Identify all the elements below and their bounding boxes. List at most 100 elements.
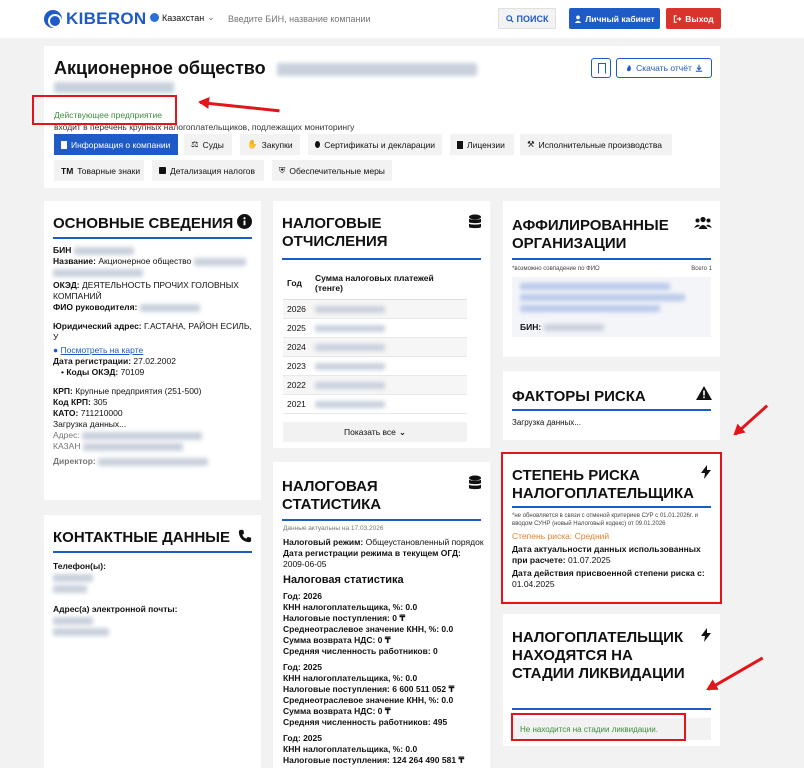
- risk-factors-loading: Загрузка данных...: [512, 418, 581, 427]
- affiliates-title: АФФИЛИРОВАННЫЕ ОРГАНИЗАЦИИ: [512, 217, 669, 252]
- company-title: Акционерное общество: [54, 58, 477, 79]
- sum-redacted: [315, 325, 385, 333]
- logo[interactable]: KIBERON: [44, 9, 147, 29]
- basic-info-fields: БИН Название: Акционерное общество ОКЭД:…: [53, 245, 255, 467]
- tax-mode-value: Общеустановленный порядок: [365, 537, 484, 547]
- tab-label: Суды: [202, 139, 224, 150]
- tab-certificates[interactable]: Сертификаты и декларации: [308, 134, 442, 155]
- tab-purchases[interactable]: ✋ Закупки: [240, 134, 300, 155]
- chevron-down-icon: ⌄: [207, 12, 215, 22]
- krp-value: Крупные предприятия (251-500): [75, 386, 202, 396]
- document-icon: [457, 140, 463, 149]
- stats-block: Год: 2025 КНН налогоплательщика, %: 0.0 …: [283, 662, 487, 728]
- table-row: 2022: [283, 375, 467, 395]
- trademark-icon: ТМ: [61, 165, 74, 176]
- map-link-label: Посмотреть на карте: [60, 345, 144, 355]
- tab-tax-details[interactable]: Детализация налогов: [152, 160, 264, 181]
- stats-vat: Сумма возврата НДС: 0 ₸: [283, 706, 391, 716]
- cabinet-button-label: Личный кабинет: [585, 13, 655, 24]
- search-button-label: ПОИСК: [516, 13, 549, 24]
- tab-enforcement[interactable]: ⚒ Исполнительные производства: [520, 134, 672, 155]
- bin-label: БИН: [53, 245, 72, 255]
- stats-staff: Средняя численность работников: 0: [283, 646, 438, 656]
- shield-icon: ⛨: [279, 165, 286, 175]
- tab-label: Закупки: [261, 139, 293, 150]
- table-row: 2021: [283, 394, 467, 414]
- year-cell: 2021: [283, 394, 311, 414]
- sum-redacted: [315, 344, 385, 352]
- tax-stats-content: Данные актуальны на 17.03.2026 Налоговый…: [283, 525, 487, 766]
- director-redacted: [98, 457, 209, 466]
- email-redacted-2: [53, 627, 109, 636]
- show-all-label: Показать все: [343, 427, 396, 437]
- logout-icon: [674, 14, 682, 23]
- tab-label: Обеспечительные меры: [289, 165, 385, 176]
- tab-licenses[interactable]: Лицензии: [450, 134, 514, 155]
- affiliates-note: *возможно совпадение по ФИО: [512, 266, 600, 272]
- show-all-button[interactable]: Показать все ⌄: [283, 422, 467, 442]
- affiliates-divider: [512, 258, 711, 260]
- table-row: 2026: [283, 299, 467, 319]
- contacts-fields: Телефон(ы): Адрес(а) электронной почты:: [53, 561, 253, 637]
- risk-factors-card: ФАКТОРЫ РИСКА Загрузка данных...: [503, 371, 720, 440]
- contacts-card: КОНТАКТНЫЕ ДАННЫЕ Телефон(ы): Адрес(а) э…: [44, 515, 261, 768]
- tab-company-info[interactable]: Информация о компании: [54, 134, 178, 155]
- basic-loading-text: Загрузка данных...: [53, 419, 127, 429]
- tax-payments-table: Год Сумма налоговых платежей (тенге) 202…: [283, 267, 467, 414]
- affiliate-name-redacted: [520, 294, 685, 301]
- download-icon: [695, 64, 703, 72]
- stats-vat: Сумма возврата НДС: 0 ₸: [283, 635, 391, 645]
- basic-info-card: ОСНОВНЫЕ СВЕДЕНИЯ БИН Название: Акционер…: [44, 201, 261, 500]
- search-button[interactable]: ПОИСК: [498, 8, 556, 29]
- logo-icon: [44, 10, 62, 28]
- risk-factors-divider: [512, 409, 711, 411]
- warning-icon: [696, 386, 712, 400]
- scales-icon: ⚖: [191, 139, 199, 149]
- name-redacted: [193, 257, 246, 266]
- logout-button-label: Выход: [685, 13, 714, 24]
- flame-icon: [627, 64, 632, 72]
- tab-label: Исполнительные производства: [538, 139, 662, 150]
- email-label: Адрес(а) электронной почты:: [53, 604, 178, 614]
- tab-courts[interactable]: ⚖ Суды: [184, 134, 232, 155]
- tab-trademarks[interactable]: ТМ Товарные знаки: [54, 160, 144, 181]
- table-row: 2024: [283, 337, 467, 357]
- tab-label: Детализация налогов: [170, 165, 255, 176]
- krp-label: КРП:: [53, 386, 73, 396]
- stats-block: Год: 2025 КНН налогоплательщика, %: 0.0 …: [283, 733, 487, 766]
- affiliate-name-redacted: [520, 305, 660, 312]
- stats-income: Налоговые поступления: 6 600 511 052 ₸: [283, 684, 455, 694]
- year-cell: 2023: [283, 356, 311, 376]
- search-input[interactable]: [228, 9, 496, 29]
- affiliates-total: Всего 1: [691, 266, 712, 272]
- address-label: Юридический адрес:: [53, 321, 142, 331]
- building-icon: [61, 140, 67, 149]
- tab-security-measures[interactable]: ⛨ Обеспечительные меры: [272, 160, 392, 181]
- handshake-icon: ✋: [247, 139, 258, 149]
- director-label: Директор:: [53, 456, 96, 466]
- region-label: Казахстан: [162, 12, 205, 23]
- region-selector[interactable]: Казахстан ⌄: [150, 12, 215, 23]
- map-link[interactable]: ● Посмотреть на карте: [53, 345, 255, 356]
- address2-label: Адрес:: [53, 430, 80, 440]
- database-icon: [469, 214, 481, 229]
- logout-button[interactable]: Выход: [666, 8, 721, 29]
- bookmark-button[interactable]: [591, 58, 611, 78]
- logo-text: KIBERON: [66, 9, 147, 28]
- stats-income: Налоговые поступления: 0 ₸: [283, 613, 406, 623]
- download-report-button[interactable]: Скачать отчёт: [616, 58, 712, 78]
- tax-mode-date-label: Дата регистрации режима в текущем ОГД:: [283, 548, 461, 558]
- contacts-divider: [53, 551, 252, 553]
- highlight-liquidation-box: [511, 713, 686, 741]
- address2-redacted: [82, 431, 203, 440]
- affiliate-item[interactable]: БИН:: [512, 277, 711, 337]
- tax-mode-date-value: 2009-06-05: [283, 559, 327, 569]
- address2-value: КАЗАН: [53, 441, 81, 451]
- stats-staff: Средняя численность работников: 495: [283, 717, 448, 727]
- kato-value: 711210000: [80, 408, 123, 418]
- highlight-status-box: [32, 95, 177, 125]
- email-redacted-1: [53, 616, 93, 625]
- year-cell: 2024: [283, 337, 311, 357]
- top-header: KIBERON Казахстан ⌄ ПОИСК Личный кабинет…: [0, 0, 804, 38]
- cabinet-button[interactable]: Личный кабинет: [569, 8, 660, 29]
